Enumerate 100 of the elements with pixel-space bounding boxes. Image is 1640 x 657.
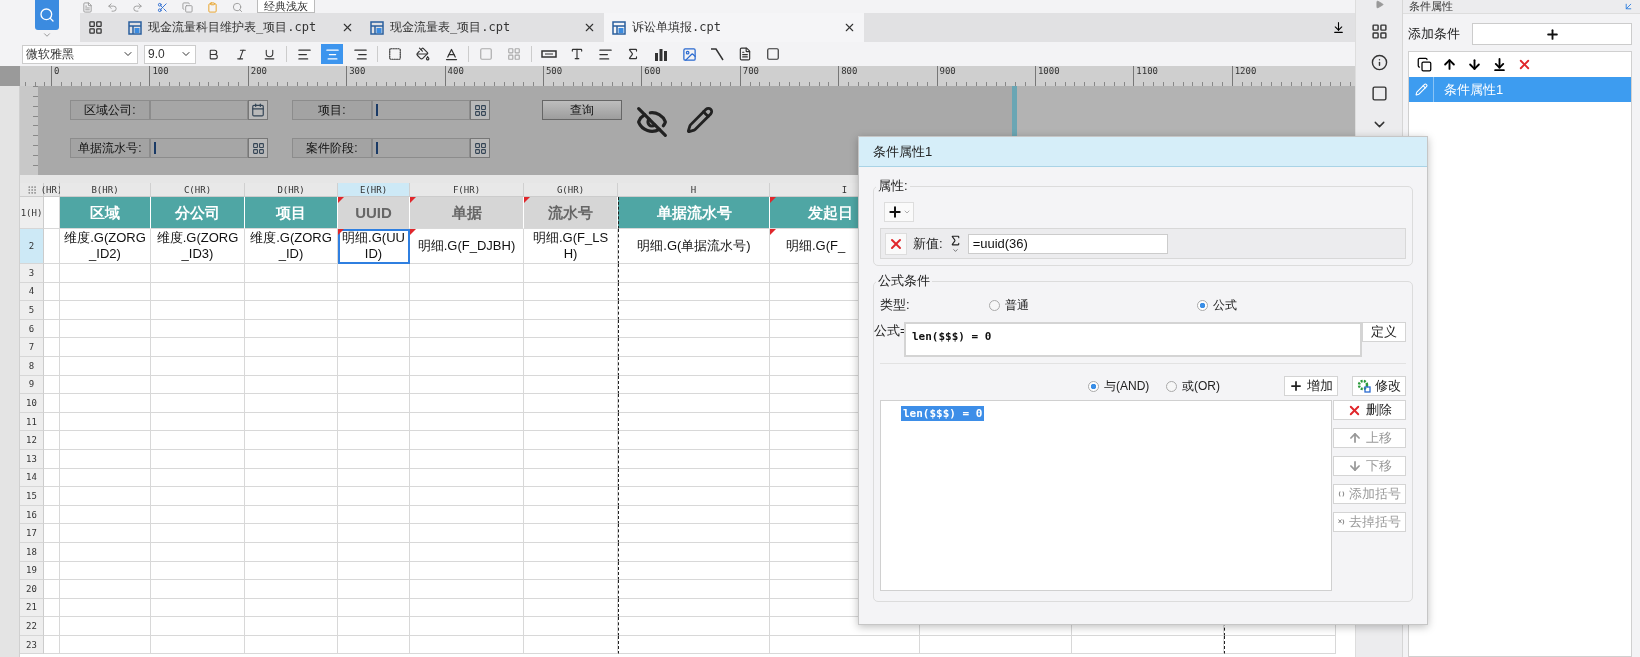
grid-icon <box>473 141 487 155</box>
row-header[interactable]: 17 <box>20 524 44 543</box>
table-cell <box>44 319 60 339</box>
move-to-bottom-icon[interactable] <box>1492 57 1507 72</box>
app-logo[interactable] <box>35 0 59 30</box>
radio-option[interactable]: 或(OR) <box>1166 377 1244 395</box>
corner-marker-icon <box>410 229 416 235</box>
grid-icon <box>88 20 103 35</box>
table-cell <box>44 449 60 469</box>
grid-icon <box>251 141 265 155</box>
dropdown-button[interactable] <box>470 138 490 158</box>
table-cell <box>44 356 60 376</box>
row-header[interactable]: 7 <box>20 338 44 357</box>
eye-off-icon[interactable] <box>636 106 668 138</box>
column-header[interactable]: F(HR) <box>410 183 524 197</box>
row-header[interactable]: 10 <box>20 394 44 413</box>
row-header[interactable]: 3 <box>20 264 44 283</box>
table-cell <box>338 412 410 432</box>
corner-marker-icon <box>770 197 776 203</box>
column-header[interactable]: C(HR) <box>151 183 245 197</box>
row-header[interactable]: 1(H) <box>20 197 44 229</box>
row-header[interactable]: 22 <box>20 617 44 636</box>
caret-icon <box>951 246 959 254</box>
radio-option[interactable]: 普通 <box>988 296 1198 314</box>
font-size-select[interactable]: 9.0 <box>144 44 196 64</box>
table-cell: 明细.G(F_DJBH) <box>410 229 524 264</box>
table-cell <box>44 598 60 618</box>
italic-icon <box>234 47 248 61</box>
column-header[interactable]: B(HR) <box>60 183 151 197</box>
cut-icon[interactable] <box>157 2 168 13</box>
table-cell <box>338 356 410 376</box>
parameter-input[interactable] <box>150 100 248 120</box>
table-cell: 明细.G(F_LSH) <box>524 229 618 264</box>
underline-icon <box>262 47 276 61</box>
dialog-title: 条件属性1 <box>859 137 1427 167</box>
formula-field[interactable]: len($$$) = 0 <box>904 322 1363 357</box>
corner-marker-icon <box>524 197 530 203</box>
square-icon[interactable] <box>1370 85 1388 102</box>
add-property-button[interactable] <box>884 202 914 222</box>
new-value-field[interactable]: =uuid(36) <box>967 233 1168 254</box>
gear-icon <box>1357 379 1371 393</box>
button-icon <box>541 49 557 59</box>
row-header[interactable]: 2 <box>20 229 44 264</box>
table-cell <box>44 282 60 302</box>
text-cursor <box>154 142 156 154</box>
row-header[interactable]: 15 <box>20 487 44 506</box>
dropdown-button[interactable] <box>248 100 268 120</box>
file-tab[interactable]: 诉讼单填报.cpt <box>604 13 864 42</box>
corner-marker-icon <box>338 229 344 235</box>
column-header[interactable]: D(HR) <box>245 183 338 197</box>
define-button[interactable]: 定义 <box>1362 322 1406 342</box>
close-icon[interactable] <box>583 21 596 34</box>
collapse-icon[interactable] <box>1623 1 1634 12</box>
pencil-icon[interactable] <box>686 106 714 134</box>
parameter-input[interactable] <box>372 138 470 158</box>
plus-icon <box>887 204 903 220</box>
row-header[interactable]: 12 <box>20 431 44 450</box>
radio-option[interactable]: 与(AND) <box>1088 377 1166 395</box>
search-icon <box>39 7 55 23</box>
grid-icon[interactable] <box>1370 23 1388 40</box>
delete-button[interactable] <box>885 232 907 255</box>
row-header[interactable]: 20 <box>20 580 44 599</box>
query-button[interactable]: 查询 <box>542 100 622 120</box>
theme-button[interactable]: 经典浅灰 <box>257 0 315 13</box>
row-header[interactable]: 5 <box>20 301 44 320</box>
column-title: 流水号 <box>524 197 618 229</box>
parameter-input[interactable] <box>150 138 248 158</box>
table-cell <box>44 635 60 655</box>
document-icon <box>738 47 752 61</box>
image-icon <box>681 46 697 62</box>
close-icon[interactable] <box>843 21 856 34</box>
table-cell <box>44 375 60 395</box>
column-header[interactable]: H <box>618 183 770 197</box>
report-file-icon <box>370 20 384 35</box>
dropdown-button[interactable] <box>248 138 268 158</box>
delete-button[interactable]: 删除 <box>1333 400 1406 420</box>
modify-button[interactable]: 修改 <box>1352 376 1406 396</box>
table-cell <box>338 542 410 562</box>
table-cell: 维度.G(ZORG_ID) <box>245 229 338 264</box>
column-header[interactable]: G(HR) <box>524 183 618 197</box>
parameter-label: 区域公司: <box>70 100 150 120</box>
table-cell <box>338 264 410 283</box>
align-left-icon <box>296 46 312 62</box>
tab-menu-icon[interactable] <box>1332 21 1345 34</box>
column-header[interactable]: (HR) <box>44 183 60 197</box>
font-select[interactable]: 微软雅黑 <box>22 44 138 64</box>
dropdown-button[interactable] <box>470 100 490 120</box>
table-cell <box>44 301 60 320</box>
parameter-input[interactable] <box>372 100 470 120</box>
add-button[interactable]: 增加 <box>1284 376 1338 396</box>
copy-icon[interactable] <box>1417 57 1432 72</box>
radio-option[interactable]: 公式 <box>1197 296 1406 314</box>
report-file-icon <box>612 20 626 35</box>
info-icon[interactable] <box>1370 54 1388 71</box>
corner-marker-icon <box>338 197 344 203</box>
close-icon[interactable] <box>341 21 354 34</box>
pencil-icon <box>1414 83 1428 96</box>
table-cell <box>338 635 410 655</box>
column-title: UUID <box>338 197 410 229</box>
column-header[interactable]: E(HR) <box>338 183 410 197</box>
